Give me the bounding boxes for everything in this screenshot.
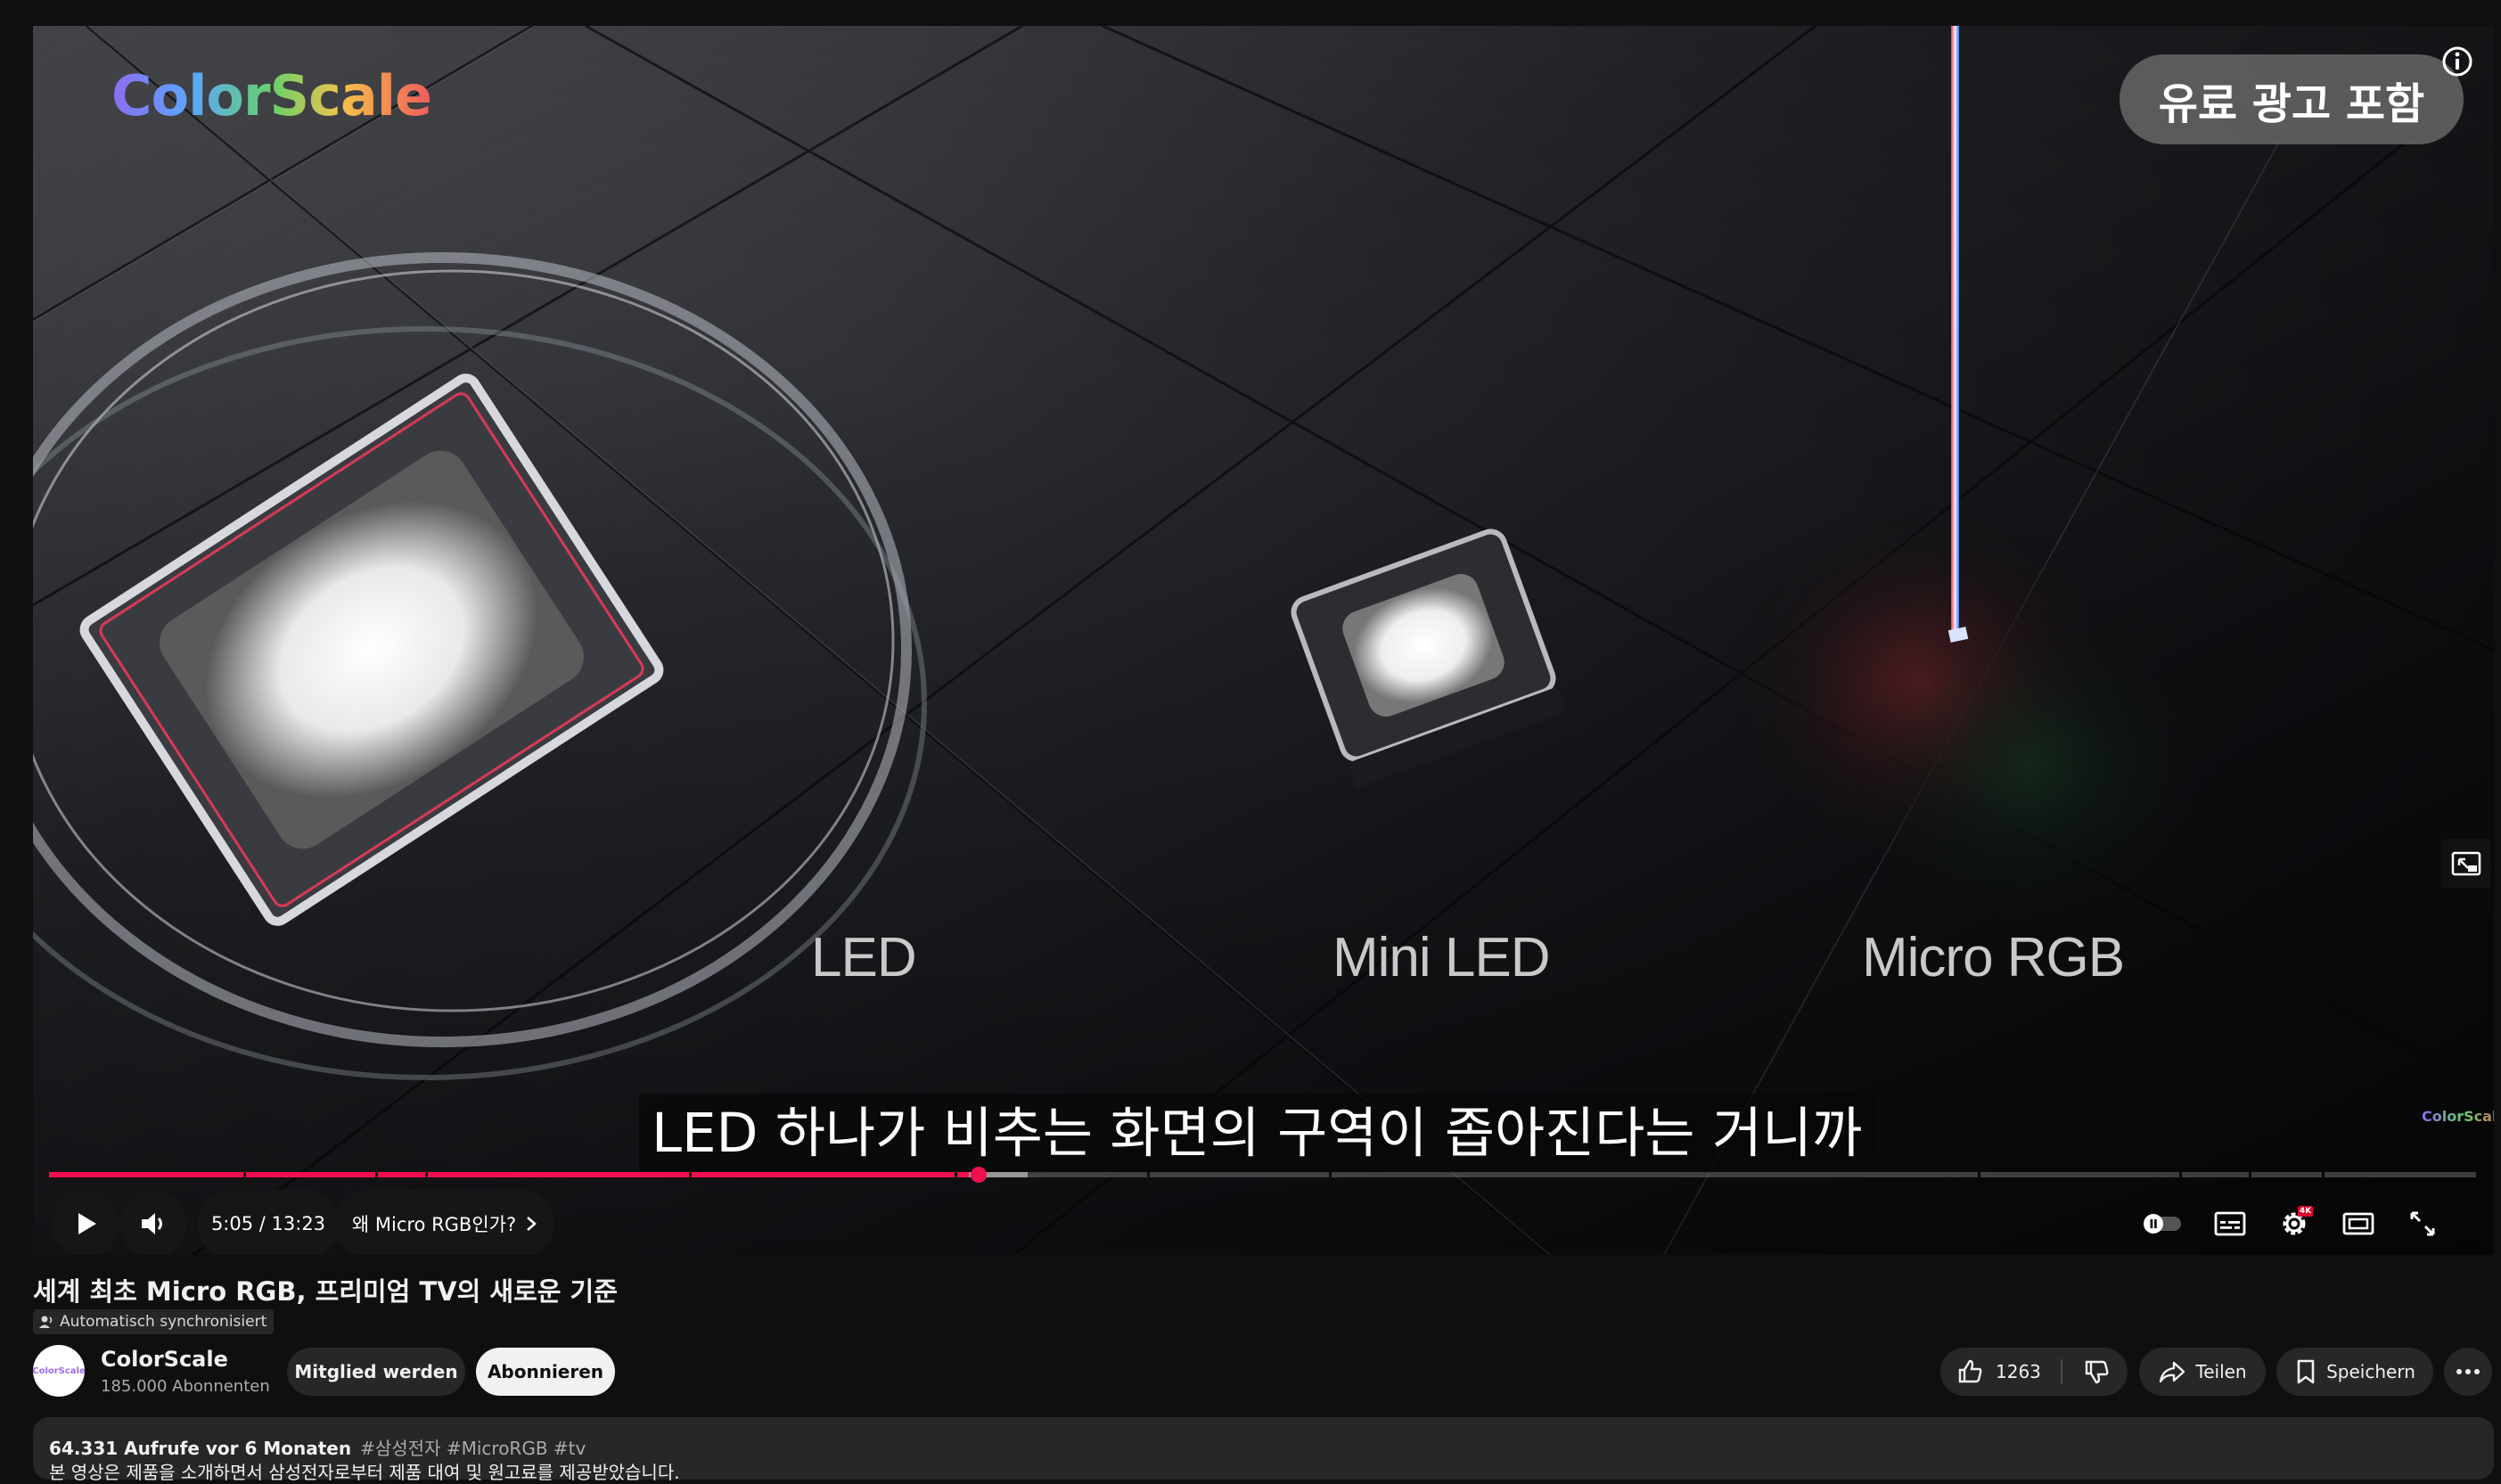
channel-logo-overlay: ColorScale <box>111 63 432 128</box>
chapter-button[interactable]: 왜 Micro RGB인가? <box>336 1190 554 1255</box>
progress-segment <box>2251 1172 2322 1177</box>
views-and-date: 64.331 Aufrufe vor 6 Monaten <box>49 1438 352 1459</box>
autoplay-toggle[interactable] <box>2134 1195 2191 1252</box>
quality-badge: 4K <box>2298 1206 2314 1217</box>
miniplayer-button[interactable] <box>2441 839 2491 889</box>
fullscreen-button[interactable] <box>2394 1195 2451 1252</box>
fullscreen-icon <box>2410 1211 2435 1236</box>
scene-label-mini-led: Mini LED <box>1332 927 1551 988</box>
like-count: 1263 <box>1996 1361 2041 1382</box>
channel-name[interactable]: ColorScale <box>101 1347 228 1372</box>
description-stats: 64.331 Aufrufe vor 6 Monaten #삼성전자 #Micro… <box>49 1434 586 1460</box>
progress-played <box>692 1172 955 1177</box>
auto-dub-icon <box>39 1316 53 1328</box>
save-label: Speichern <box>2326 1361 2415 1382</box>
info-icon[interactable] <box>2440 44 2475 79</box>
join-membership-button[interactable]: Mitglied werden <box>287 1348 465 1396</box>
channel-avatar[interactable]: ColorScale <box>32 1345 86 1397</box>
theater-mode-icon <box>2342 1212 2374 1235</box>
video-player[interactable]: ColorScale 유료 광고 포함 LED Mini LED Micro R… <box>33 26 2494 1255</box>
autoplay-toggle-icon <box>2144 1214 2181 1234</box>
progress-segment <box>1980 1172 2179 1177</box>
video-frame <box>33 26 2494 1255</box>
volume-icon <box>142 1213 162 1234</box>
like-dislike-divider <box>2061 1359 2062 1384</box>
progress-segment <box>1150 1172 1329 1177</box>
paid-promotion-badge[interactable]: 유료 광고 포함 <box>2120 54 2464 144</box>
save-button[interactable]: Speichern <box>2276 1348 2433 1396</box>
progress-bar[interactable] <box>49 1172 2476 1177</box>
chapter-title: 왜 Micro RGB인가? <box>351 1214 517 1235</box>
progress-played <box>378 1172 425 1177</box>
progress-segment <box>2325 1172 2476 1177</box>
progress-played <box>246 1172 375 1177</box>
progress-scrubber[interactable] <box>971 1167 987 1183</box>
dislike-button[interactable] <box>2070 1348 2123 1396</box>
progress-segment <box>2182 1172 2249 1177</box>
progress-segment <box>1332 1172 1978 1177</box>
description-first-line: 본 영상은 제품을 소개하면서 삼성전자로부터 제품 대여 및 원고료를 제공받… <box>49 1462 680 1483</box>
share-label: Teilen <box>2195 1361 2247 1382</box>
channel-watermark[interactable]: ColorScale <box>2422 1108 2494 1125</box>
subtitles-button[interactable] <box>2202 1195 2259 1252</box>
progress-played <box>957 1172 970 1177</box>
time-display: 5:05 / 13:23 <box>197 1190 340 1255</box>
settings-button[interactable]: 4K <box>2266 1195 2323 1252</box>
video-title: 세계 최초 Micro RGB, 프리미엄 TV의 새로운 기준 <box>33 1276 618 1307</box>
hashtags[interactable]: #삼성전자 #MicroRGB #tv <box>360 1438 586 1459</box>
play-icon <box>78 1213 96 1234</box>
subscribe-button[interactable]: Abonnieren <box>476 1348 615 1396</box>
scene-label-led: LED <box>811 927 917 988</box>
more-horizontal-icon <box>2456 1369 2480 1374</box>
progress-played <box>428 1172 689 1177</box>
chevron-right-icon <box>527 1217 537 1231</box>
progress-played <box>49 1172 243 1177</box>
share-button[interactable]: Teilen <box>2139 1348 2266 1396</box>
theater-mode-button[interactable] <box>2330 1195 2387 1252</box>
thumbs-down-icon <box>2085 1360 2109 1384</box>
scene-label-micro-rgb: Micro RGB <box>1862 927 2125 988</box>
more-actions-button[interactable] <box>2444 1348 2492 1396</box>
volume-button[interactable] <box>119 1190 187 1255</box>
subscriber-count: 185.000 Abonnenten <box>101 1377 270 1396</box>
sync-badge: Automatisch synchronisiert <box>33 1309 275 1334</box>
right-controls: 4K <box>2134 1195 2490 1252</box>
bookmark-icon <box>2297 1359 2315 1384</box>
subtitles-icon <box>2214 1211 2246 1236</box>
miniplayer-icon <box>2451 851 2481 876</box>
play-button[interactable] <box>52 1190 119 1255</box>
share-icon <box>2160 1361 2185 1383</box>
thumbs-up-icon <box>1958 1359 1982 1383</box>
sync-badge-label: Automatisch synchronisiert <box>60 1313 267 1331</box>
avatar-text: ColorScale <box>32 1365 86 1376</box>
subtitle-caption: LED 하나가 비추는 화면의 구역이 좁아진다는 거니까 <box>639 1094 1875 1174</box>
